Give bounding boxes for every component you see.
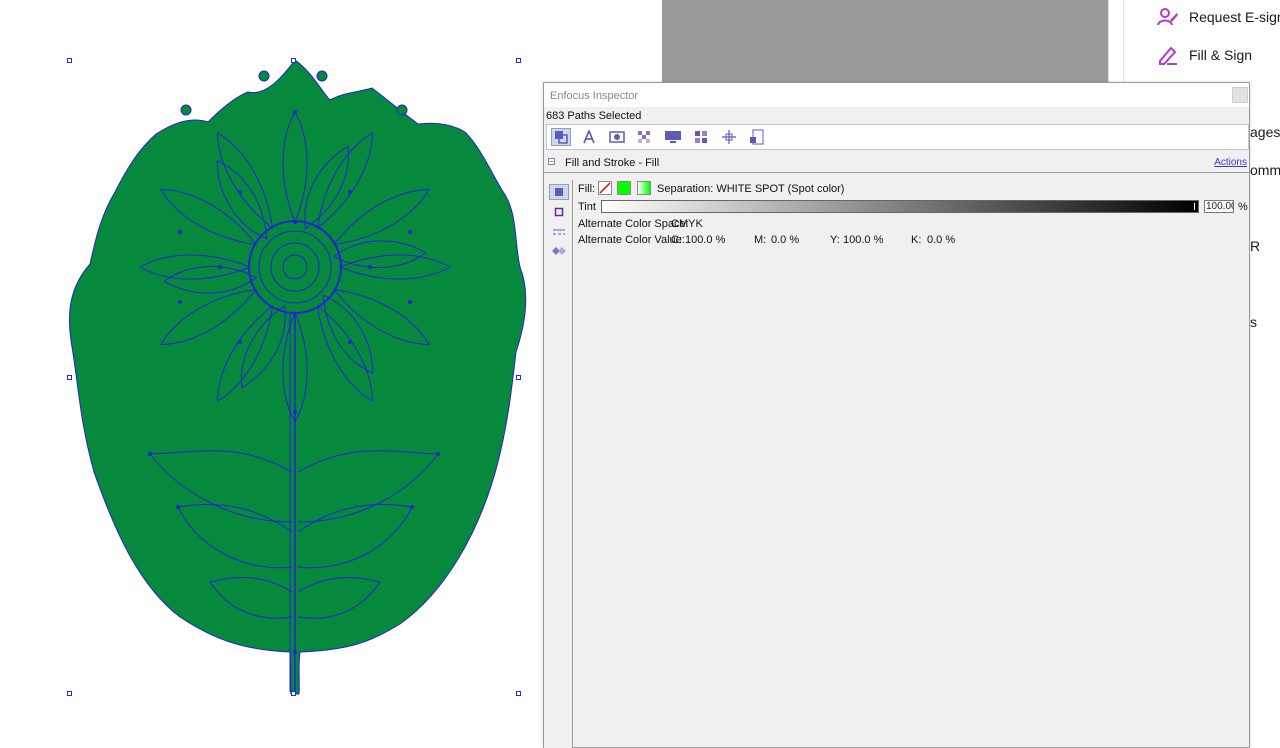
separation-label: Separation: WHITE SPOT (Spot color) [657,183,845,195]
yellow-value: 100.0 % [843,234,884,246]
request-esign-label: Request E-signa [1189,9,1280,25]
inspector-toolbar [546,124,1249,150]
spot-color-swatch[interactable] [617,181,631,195]
cyan-value: 100.0 % [685,234,726,246]
selection-handle-bottom-left[interactable] [67,691,72,696]
selection-handle-top-left[interactable] [67,58,72,63]
enfocus-inspector-panel: Enfocus Inspector 683 Paths Selected − F… [543,82,1250,748]
alt-value-label: Alternate Color Value: [578,234,685,246]
tint-label: Tint [578,201,596,213]
leaf-shape [68,59,527,695]
tool-label-fragment-r: R [1250,238,1261,254]
mode-strip [544,180,573,748]
yellow-label: Y: [830,234,840,246]
request-esign-icon [1157,8,1178,26]
tint-slider[interactable] [601,200,1199,213]
magenta-value: 0.0 % [771,234,800,246]
alt-space-value: CMYK [671,218,703,230]
fill-sign-tool[interactable]: Fill & Sign [1157,42,1252,68]
inspector-title-bar[interactable]: Enfocus Inspector [544,83,1249,107]
no-color-swatch[interactable] [598,181,612,195]
line-style-icon[interactable] [549,224,569,240]
transparency-icon[interactable] [635,128,655,146]
black-label: K: [911,234,922,246]
fill-label: Fill: [578,183,596,195]
close-icon[interactable] [1232,87,1248,103]
selection-handle-top-right[interactable] [516,58,521,63]
text-icon[interactable] [579,128,599,146]
selection-handle-middle-left[interactable] [67,375,72,380]
fill-sign-icon [1159,46,1177,65]
tint-value-input[interactable]: 100.00 [1204,200,1234,213]
leaf-flower-artwork[interactable] [60,52,530,702]
color-mode-icon[interactable] [691,128,711,146]
cyan-label: C: [671,234,682,246]
position-icon[interactable] [719,128,739,146]
request-esign-tool[interactable]: Request E-signa [1157,4,1280,30]
fill-mode-icon[interactable] [549,184,569,200]
selection-handle-bottom-center[interactable] [291,691,296,696]
tool-label-fragment-omme: omme [1250,162,1280,178]
inspector-title: Enfocus Inspector [550,90,639,102]
selection-handle-bottom-right[interactable] [516,691,521,696]
fill-stroke-icon[interactable] [551,128,571,146]
tint-unit: % [1238,201,1248,213]
workspace-backdrop [662,0,1108,82]
tint-slider-thumb[interactable] [1193,202,1196,211]
section-header: − Fill and Stroke - Fill Actions [544,153,1249,173]
collapse-toggle[interactable]: − [548,158,555,166]
actions-menu[interactable]: Actions [1214,157,1247,168]
gradient-swatch[interactable] [637,181,651,195]
selection-info: 683 Paths Selected [546,110,642,122]
document-icon[interactable] [747,128,767,146]
stroke-mode-icon[interactable] [549,204,569,220]
black-value: 0.0 % [927,234,956,246]
section-title: Fill and Stroke - Fill [565,157,660,169]
magenta-label: M: [754,234,767,246]
tool-label-fragment-s: s [1250,314,1257,330]
display-icon[interactable] [663,128,683,146]
selection-handle-middle-right[interactable] [516,375,521,380]
image-icon[interactable] [607,128,627,146]
tool-label-fragment-ages: ages [1250,124,1280,140]
overprint-icon[interactable] [549,243,569,259]
selection-handle-top-center[interactable] [291,58,296,63]
fill-sign-label: Fill & Sign [1189,47,1253,63]
